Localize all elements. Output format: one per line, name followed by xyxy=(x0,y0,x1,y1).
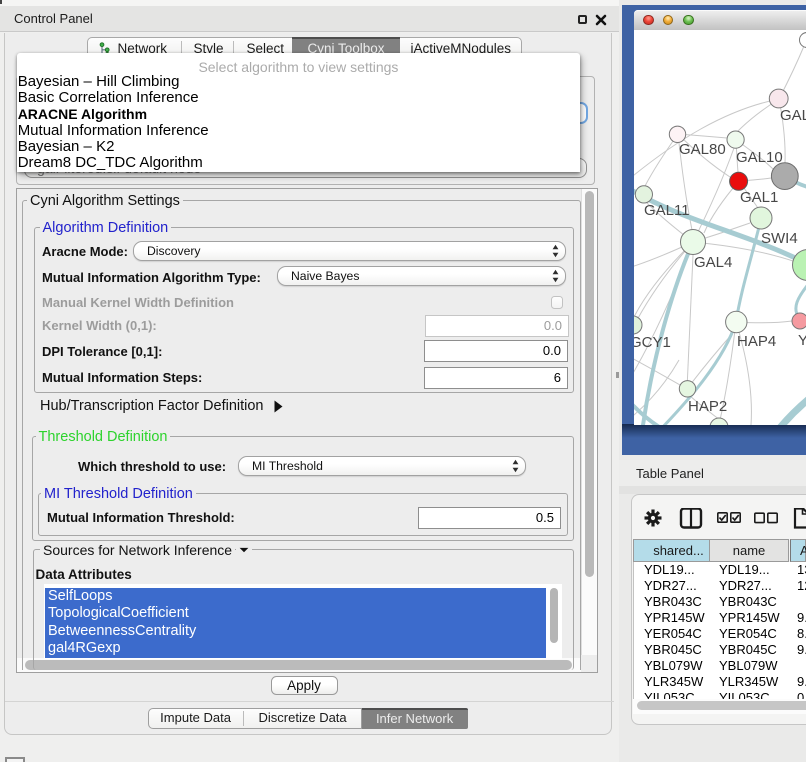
svg-text:GAL80: GAL80 xyxy=(679,141,726,158)
svg-text:HAP2: HAP2 xyxy=(688,398,727,415)
svg-text:SWI4: SWI4 xyxy=(761,230,798,247)
svg-text:GCY1: GCY1 xyxy=(634,334,671,351)
svg-text:GAL11: GAL11 xyxy=(644,202,690,219)
svg-text:GAL1: GAL1 xyxy=(740,189,778,206)
svg-text:GAL10: GAL10 xyxy=(736,149,783,166)
svg-text:GAL: GAL xyxy=(780,107,806,124)
svg-text:HAP4: HAP4 xyxy=(737,333,776,350)
svg-text:GAL4: GAL4 xyxy=(694,254,732,271)
svg-text:Y: Y xyxy=(798,332,806,349)
